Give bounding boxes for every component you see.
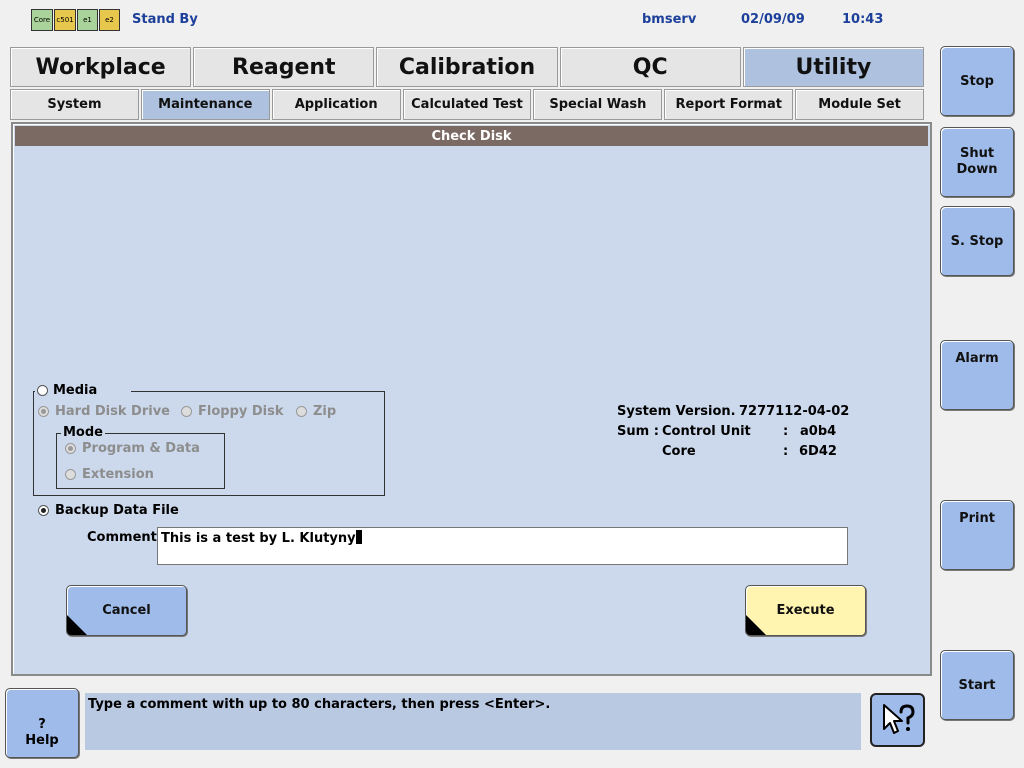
subtab-maintenance[interactable]: Maintenance xyxy=(140,89,270,120)
comment-label: Comment xyxy=(87,530,157,545)
shutdown-label-line1: Shut xyxy=(959,146,995,161)
media-hdd-radio[interactable] xyxy=(38,406,49,417)
module-status-indicators: Core c501 e1 e2 xyxy=(31,9,120,31)
alarm-button-label: Alarm xyxy=(955,351,999,366)
control-unit-value: a0b4 xyxy=(800,424,837,439)
stop-button-label: Stop xyxy=(960,74,994,89)
button-corner-mark xyxy=(67,615,87,635)
tab-utility[interactable]: Utility xyxy=(742,47,925,87)
core-label: Core xyxy=(662,444,696,459)
module-e2-indicator: e2 xyxy=(99,9,120,31)
media-floppy-option[interactable]: Floppy Disk xyxy=(181,404,284,419)
subtab-calculated-test[interactable]: Calculated Test xyxy=(402,89,532,120)
tab-calibration[interactable]: Calibration xyxy=(376,47,558,87)
mode-label: Mode xyxy=(61,425,105,440)
media-floppy-label: Floppy Disk xyxy=(198,404,284,419)
current-time: 10:43 xyxy=(842,12,884,27)
module-core-indicator: Core xyxy=(31,9,53,31)
mode-program-data-radio[interactable] xyxy=(65,443,76,454)
main-tab-bar: Workplace Reagent Calibration QC Utility xyxy=(10,47,925,87)
alarm-button[interactable]: Alarm xyxy=(940,340,1014,410)
message-text: Type a comment with up to 80 characters,… xyxy=(88,697,551,712)
shutdown-button[interactable]: Shut Down xyxy=(940,127,1014,197)
execute-button-label: Execute xyxy=(776,603,835,618)
logged-user: bmserv xyxy=(642,12,697,27)
help-button[interactable]: ? Help xyxy=(5,688,79,758)
subtab-special-wash[interactable]: Special Wash xyxy=(533,89,663,120)
system-version-label: System Version. xyxy=(617,404,736,419)
mode-program-data-label: Program & Data xyxy=(82,441,200,456)
cancel-button[interactable]: Cancel xyxy=(66,585,187,636)
media-zip-radio[interactable] xyxy=(296,406,307,417)
stop-button[interactable]: Stop xyxy=(940,46,1014,116)
cancel-button-label: Cancel xyxy=(102,603,151,618)
media-floppy-radio[interactable] xyxy=(181,406,192,417)
help-button-label: Help xyxy=(25,733,59,748)
media-option[interactable]: Media xyxy=(35,381,131,399)
mode-extension-option[interactable]: Extension xyxy=(65,467,154,482)
module-c501-indicator: c501 xyxy=(54,9,76,31)
pointer-question-icon xyxy=(882,704,915,734)
media-zip-label: Zip xyxy=(313,404,337,419)
media-radio[interactable] xyxy=(37,384,48,396)
module-e1-indicator: e1 xyxy=(77,9,98,31)
context-help-button[interactable] xyxy=(870,693,925,747)
start-button[interactable]: Start xyxy=(940,650,1014,720)
control-unit-separator: : xyxy=(783,424,789,439)
core-separator: : xyxy=(783,444,789,459)
system-version-value: 7277112-04-02 xyxy=(739,404,850,419)
media-zip-option[interactable]: Zip xyxy=(296,404,336,419)
subtab-module-set[interactable]: Module Set xyxy=(795,89,925,120)
backup-data-file-option[interactable]: Backup Data File xyxy=(38,503,179,518)
subtab-application[interactable]: Application xyxy=(271,89,401,120)
backup-data-file-radio[interactable] xyxy=(38,505,49,516)
panel-title: Check Disk xyxy=(15,126,928,146)
tab-qc[interactable]: QC xyxy=(559,47,741,87)
start-button-label: Start xyxy=(958,678,996,693)
s-stop-button-label: S. Stop xyxy=(950,234,1004,249)
comment-value: This is a test by L. Klutyny xyxy=(161,531,356,546)
text-caret xyxy=(355,530,362,544)
message-bar: Type a comment with up to 80 characters,… xyxy=(85,693,861,750)
sub-tab-bar: System Maintenance Application Calculate… xyxy=(10,89,925,120)
print-button[interactable]: Print xyxy=(940,500,1014,570)
backup-data-file-label: Backup Data File xyxy=(55,503,179,518)
subtab-system[interactable]: System xyxy=(10,89,139,120)
s-stop-button[interactable]: S. Stop xyxy=(940,206,1014,276)
help-question-mark: ? xyxy=(38,717,46,732)
comment-input[interactable]: This is a test by L. Klutyny xyxy=(157,527,848,565)
tab-reagent[interactable]: Reagent xyxy=(193,47,375,87)
print-button-label: Print xyxy=(959,511,995,526)
subtab-report-format[interactable]: Report Format xyxy=(664,89,794,120)
execute-button[interactable]: Execute xyxy=(745,585,866,636)
tab-workplace[interactable]: Workplace xyxy=(10,47,192,87)
media-hdd-label: Hard Disk Drive xyxy=(55,404,171,419)
mode-extension-label: Extension xyxy=(82,467,154,482)
mode-program-data-option[interactable]: Program & Data xyxy=(65,441,200,456)
current-date: 02/09/09 xyxy=(741,12,805,27)
sum-label: Sum : xyxy=(617,424,659,439)
shutdown-label-line2: Down xyxy=(956,162,998,177)
mode-extension-radio[interactable] xyxy=(65,469,76,480)
media-label: Media xyxy=(53,382,98,398)
control-unit-label: Control Unit xyxy=(662,424,751,439)
button-corner-mark xyxy=(746,615,766,635)
core-value: 6D42 xyxy=(799,444,837,459)
system-status: Stand By xyxy=(132,12,198,27)
media-hdd-option[interactable]: Hard Disk Drive xyxy=(38,404,170,419)
